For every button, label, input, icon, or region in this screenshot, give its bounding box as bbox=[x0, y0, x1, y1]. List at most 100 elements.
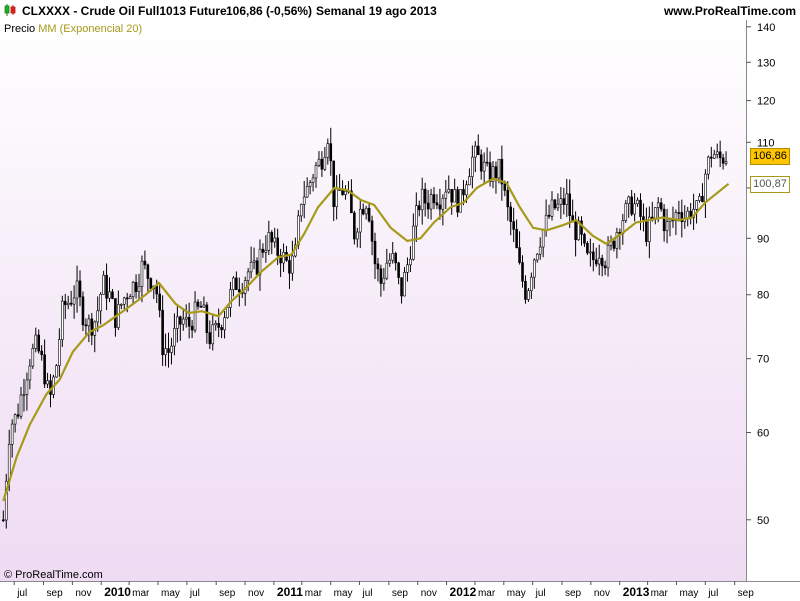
candle-body bbox=[140, 260, 144, 287]
candle-body bbox=[704, 173, 707, 203]
candle-body bbox=[524, 280, 527, 300]
candle-body bbox=[291, 255, 294, 274]
candle-body bbox=[332, 160, 336, 208]
candle-body bbox=[31, 348, 35, 367]
y-tick-label: 80 bbox=[757, 290, 769, 302]
candle-body bbox=[715, 151, 719, 155]
site-link[interactable]: www.ProRealTime.com bbox=[664, 4, 796, 18]
candle-body bbox=[547, 214, 551, 217]
candle-body bbox=[252, 260, 256, 263]
candle-body bbox=[161, 309, 164, 356]
candle-body bbox=[429, 194, 433, 210]
legend-price: Precio bbox=[4, 23, 36, 35]
x-tick-label: nov bbox=[594, 588, 610, 599]
candle-body bbox=[718, 151, 722, 159]
candle-body bbox=[84, 324, 88, 327]
candle-body bbox=[214, 323, 218, 326]
candle-body bbox=[565, 193, 569, 205]
candle-body bbox=[701, 195, 704, 203]
candle-body bbox=[199, 306, 203, 308]
candle-body bbox=[568, 193, 572, 216]
candle-body bbox=[114, 298, 117, 328]
candle-body bbox=[249, 261, 253, 273]
candle-body bbox=[356, 231, 359, 240]
candle-body bbox=[181, 318, 185, 325]
candlestick-icon bbox=[4, 4, 16, 16]
x-tick-label: 2012 bbox=[450, 585, 477, 599]
candle-body bbox=[541, 229, 545, 248]
last-price-label: 106,86 bbox=[750, 148, 790, 166]
candle-body bbox=[659, 202, 663, 210]
candle-body bbox=[435, 202, 439, 206]
x-tick-label: sep bbox=[738, 588, 755, 599]
candle-body bbox=[134, 282, 138, 292]
candle-body bbox=[518, 247, 521, 263]
candle-body bbox=[412, 225, 415, 260]
chart-header: CLXXXX - Crude Oil Full1013 Future 106,8… bbox=[0, 0, 800, 20]
y-tick-label: 50 bbox=[757, 515, 769, 527]
candle-body bbox=[323, 156, 327, 170]
x-tick-label: 2011 bbox=[277, 585, 303, 599]
candle-body bbox=[471, 156, 474, 177]
candle-body bbox=[40, 350, 43, 356]
y-tick-label: 70 bbox=[757, 354, 769, 366]
candle-body bbox=[589, 251, 592, 254]
candle-body bbox=[299, 204, 303, 217]
candle-body bbox=[474, 145, 477, 158]
candle-body bbox=[482, 161, 486, 172]
candle-body bbox=[361, 208, 365, 215]
candle-body bbox=[164, 348, 167, 356]
candle-body bbox=[276, 237, 279, 256]
candle-body bbox=[639, 199, 642, 217]
candle-body bbox=[485, 161, 489, 164]
x-tick-label: nov bbox=[248, 588, 264, 599]
candle-body bbox=[184, 316, 188, 320]
candle-body bbox=[462, 189, 465, 196]
candle-body bbox=[494, 166, 498, 179]
candle-body bbox=[125, 297, 129, 300]
candle-body bbox=[456, 189, 459, 213]
chart-canvas: 1401301201101009080706050julsepnov2010ma… bbox=[2, 22, 775, 599]
candle-body bbox=[90, 318, 94, 336]
candle-body bbox=[388, 259, 392, 264]
candle-body bbox=[308, 182, 312, 187]
candle-body bbox=[311, 177, 315, 183]
candle-body bbox=[220, 327, 223, 331]
candle-body bbox=[426, 202, 430, 210]
candle-body bbox=[75, 280, 79, 299]
y-tick-label: 120 bbox=[757, 96, 775, 108]
candle-body bbox=[724, 161, 728, 164]
x-tick-label: jul bbox=[16, 588, 27, 599]
candle-body bbox=[81, 296, 85, 326]
candle-body bbox=[373, 240, 377, 265]
candle-body bbox=[193, 301, 197, 331]
candle-body bbox=[556, 203, 560, 209]
candle-body bbox=[128, 296, 132, 300]
candle-body bbox=[34, 334, 38, 349]
price-change: 106,86 (-0,56%) bbox=[226, 4, 313, 18]
candle-body bbox=[320, 158, 324, 170]
candle-body bbox=[217, 323, 220, 328]
candle-body bbox=[453, 189, 456, 203]
x-tick-label: mar bbox=[132, 588, 150, 599]
x-tick-label: may bbox=[334, 588, 353, 599]
candle-body bbox=[10, 423, 14, 445]
candle-body bbox=[344, 190, 347, 195]
candle-body bbox=[211, 324, 215, 345]
candle-body bbox=[382, 277, 386, 284]
x-tick-label: sep bbox=[47, 588, 64, 599]
candle-body bbox=[246, 271, 250, 281]
x-tick-label: sep bbox=[392, 588, 409, 599]
candle-body bbox=[158, 293, 161, 311]
candle-body bbox=[624, 203, 628, 221]
candle-body bbox=[597, 257, 601, 265]
candle-body bbox=[721, 157, 725, 164]
candle-body bbox=[288, 260, 291, 274]
candle-body bbox=[695, 200, 698, 210]
candle-body bbox=[255, 260, 259, 275]
candle-body bbox=[503, 183, 507, 191]
candle-body bbox=[66, 302, 70, 306]
candle-body bbox=[586, 243, 589, 254]
candle-body bbox=[341, 190, 344, 195]
candle-body bbox=[264, 250, 268, 253]
